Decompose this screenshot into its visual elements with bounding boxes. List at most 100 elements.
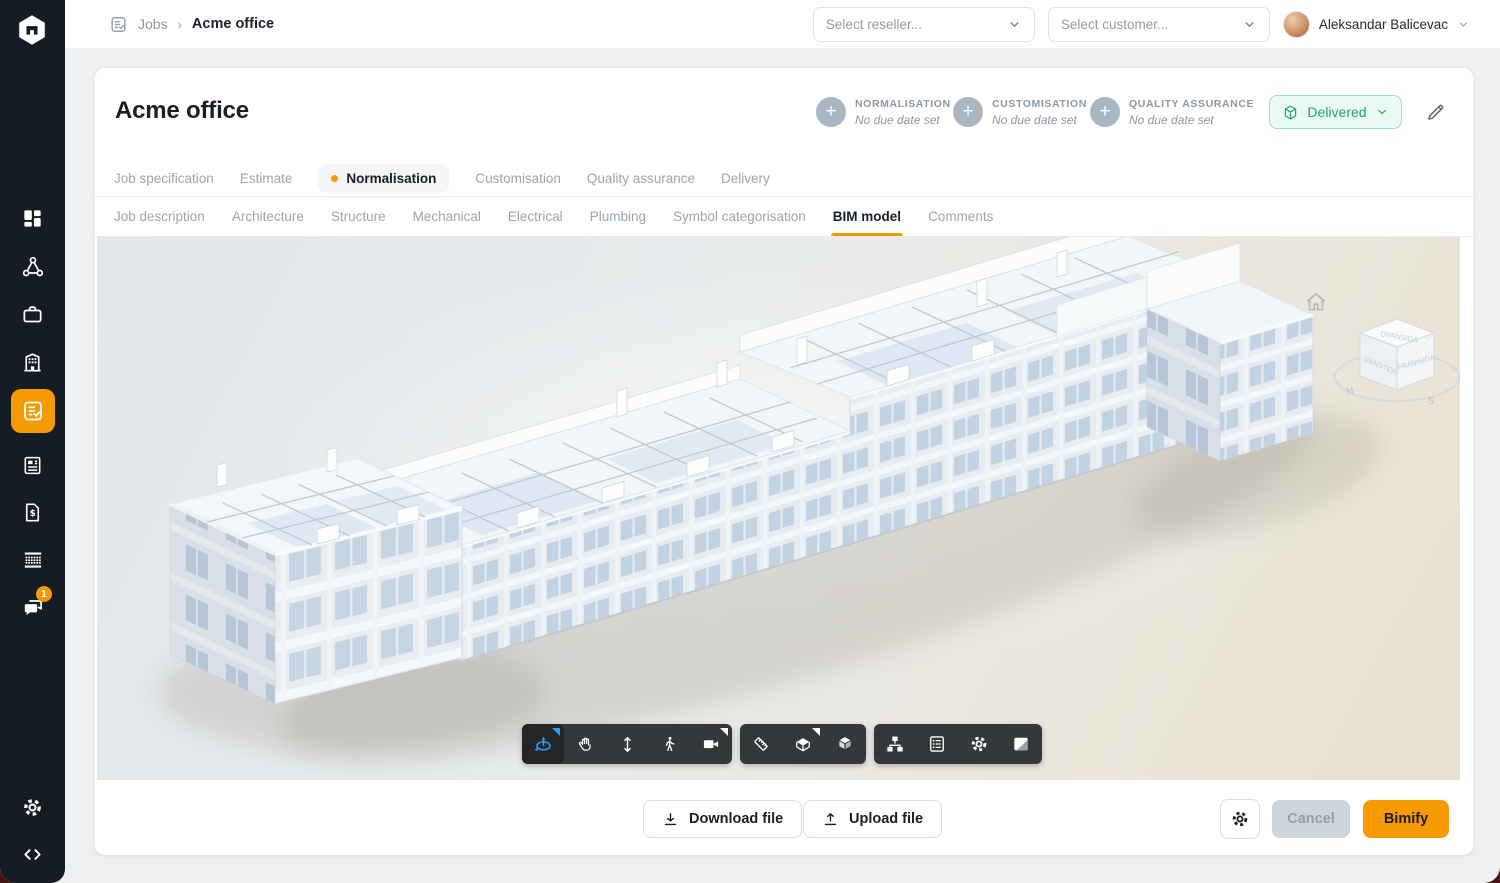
model-tree-icon [885,734,905,754]
tab-quality-assurance[interactable]: Quality assurance [587,171,695,186]
gear-icon [969,734,989,754]
subtab-job-description[interactable]: Job description [114,197,205,236]
milestone-quality-assurance[interactable]: + QUALITY ASSURANCE No due date set [1090,96,1254,127]
first-person-tool-button[interactable] [648,724,690,764]
sidebar-item-organization[interactable] [0,252,65,282]
add-due-date-icon[interactable]: + [1090,97,1120,127]
camera-tool-button[interactable] [690,724,732,764]
app-window: $ 1 [0,0,1500,883]
tab-delivery[interactable]: Delivery [721,171,770,186]
upload-icon [822,811,839,828]
reseller-select[interactable]: Select reseller... [813,7,1035,42]
user-avatar [1283,11,1310,38]
explode-cube-icon [835,734,855,754]
app-logo-icon[interactable] [10,8,54,52]
subtab-bim-model[interactable]: BIM model [833,197,901,236]
milestone-due: No due date set [992,113,1087,127]
sidebar-item-library[interactable] [0,545,65,575]
subtab-plumbing[interactable]: Plumbing [590,197,646,236]
walk-person-icon [660,735,679,754]
subtab-comments[interactable]: Comments [928,197,993,236]
ruler-icon [751,734,771,754]
actions-bar: Download file Upload file Cancel Bimify [95,780,1473,855]
add-due-date-icon[interactable]: + [953,97,983,127]
properties-button[interactable] [916,724,958,764]
sidebar-item-company[interactable] [0,347,65,377]
section-tool-button[interactable] [782,724,824,764]
bimify-button[interactable]: Bimify [1363,800,1449,838]
user-name: Aleksandar Balicevac [1319,17,1448,32]
chevron-down-icon [1457,18,1470,31]
status-dropdown[interactable]: Delivered [1269,95,1402,129]
subtab-structure[interactable]: Structure [331,197,386,236]
viewer-toolbar [522,724,1042,764]
job-settings-button[interactable] [1220,799,1260,839]
edit-job-button[interactable] [1421,98,1449,126]
submenu-arrow-icon [552,728,560,736]
breadcrumb-current: Acme office [192,16,274,32]
upload-file-button[interactable]: Upload file [803,800,942,838]
milestone-label: NORMALISATION [855,96,951,110]
submenu-arrow-icon [812,728,820,736]
tab-normalisation[interactable]: Normalisation [318,164,449,193]
add-due-date-icon[interactable]: + [816,97,846,127]
camera-icon [701,734,721,754]
workflow-tabs: Job specification Estimate Normalisation… [95,160,1473,197]
top-header: Jobs › Acme office Select reseller... Se… [65,0,1500,48]
pan-tool-button[interactable] [564,724,606,764]
sidebar-item-developer[interactable] [0,839,65,869]
reseller-select-value: Select reseller... [826,17,922,32]
orbit-icon [533,734,554,755]
subtab-mechanical[interactable]: Mechanical [413,197,481,236]
sidebar-item-jobs[interactable] [0,389,65,433]
sidebar-item-dashboard[interactable] [0,203,65,233]
tab-job-specification[interactable]: Job specification [114,171,214,186]
zoom-tool-button[interactable] [606,724,648,764]
customer-select-value: Select customer... [1061,17,1168,32]
sidebar-item-chat[interactable]: 1 [0,592,65,622]
milestone-customisation[interactable]: + CUSTOMISATION No due date set [953,96,1087,127]
section-plane-icon [793,734,813,754]
user-menu[interactable]: Aleksandar Balicevac [1283,11,1470,38]
sidebar-item-jobs-active-indicator [11,389,55,433]
subtab-symbol-categorisation[interactable]: Symbol categorisation [673,197,806,236]
breadcrumb-jobs-link[interactable]: Jobs [138,16,168,32]
subtab-architecture[interactable]: Architecture [232,197,304,236]
download-icon [662,811,679,828]
tab-customisation[interactable]: Customisation [475,171,561,186]
chevron-down-icon [1375,105,1389,119]
status-label: Delivered [1307,104,1366,120]
compass-south-label: S [1426,395,1435,407]
explode-tool-button[interactable] [824,724,866,764]
bim-viewer[interactable]: OVANSIDA VÄNSTER FRAMSIDA N S [97,237,1460,780]
analysis-tools-group [740,724,866,764]
chat-notification-badge: 1 [36,586,52,602]
active-tab-dot [331,175,338,182]
subtab-electrical[interactable]: Electrical [508,197,563,236]
navigation-tools-group [522,724,732,764]
chevron-down-icon [1242,17,1257,32]
sidebar-item-orders[interactable] [0,450,65,480]
download-file-button[interactable]: Download file [643,800,802,838]
fullscreen-button[interactable] [1000,724,1042,764]
fullscreen-icon [1011,734,1031,754]
submenu-arrow-icon [720,728,728,736]
viewcube[interactable]: OVANSIDA VÄNSTER FRAMSIDA N S [1335,319,1459,408]
measure-tool-button[interactable] [740,724,782,764]
cancel-button[interactable]: Cancel [1272,800,1350,838]
home-icon [1303,289,1329,315]
sidebar-item-settings[interactable] [0,792,65,822]
tab-estimate[interactable]: Estimate [240,171,293,186]
sidebar-item-invoices[interactable]: $ [0,497,65,527]
viewer-settings-button[interactable] [958,724,1000,764]
normalisation-subtabs: Job description Architecture Structure M… [95,197,1473,237]
home-view-button[interactable] [1303,289,1329,315]
zoom-arrows-icon [618,735,637,754]
orbit-tool-button[interactable] [522,724,564,764]
sidebar-item-briefcase[interactable] [0,299,65,329]
customer-select[interactable]: Select customer... [1048,7,1270,42]
milestone-normalisation[interactable]: + NORMALISATION No due date set [816,96,951,127]
settings-tools-group [874,724,1042,764]
bim-model-3d[interactable]: OVANSIDA VÄNSTER FRAMSIDA N S [97,237,1460,780]
model-browser-button[interactable] [874,724,916,764]
